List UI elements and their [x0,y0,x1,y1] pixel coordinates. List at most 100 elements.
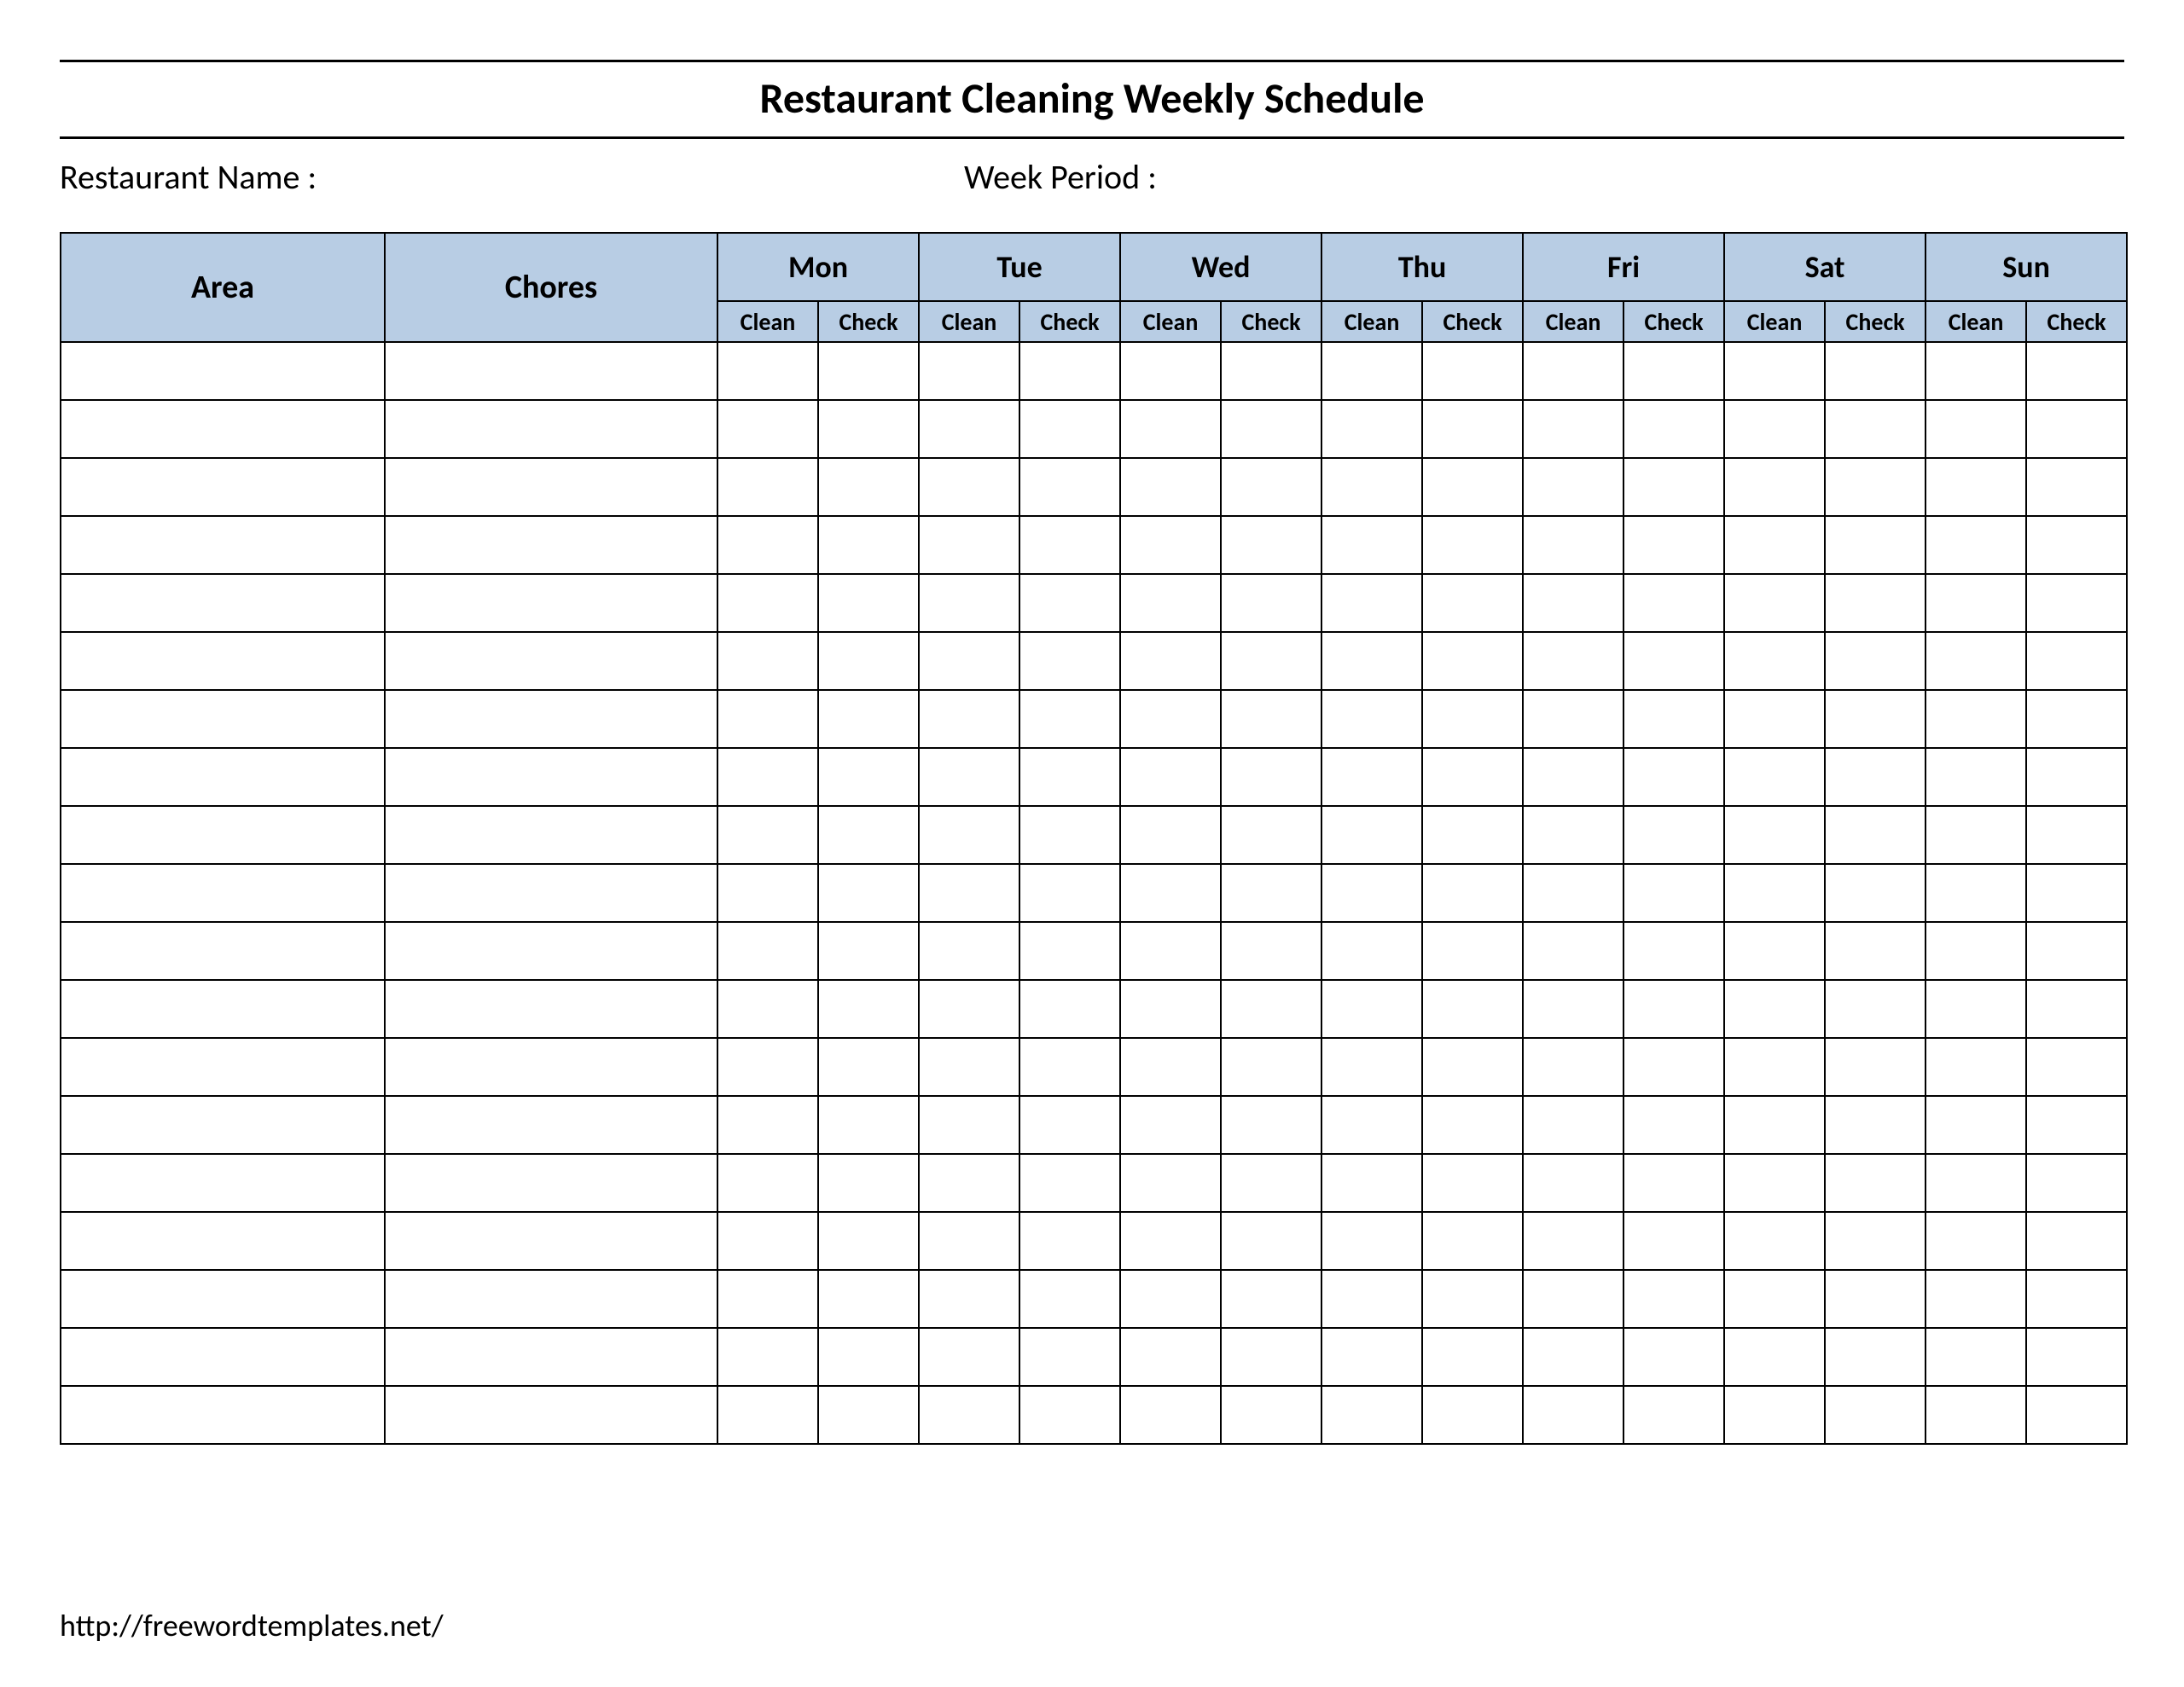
table-cell [919,690,1019,748]
table-cell [717,1212,818,1270]
table-cell [1623,690,1724,748]
table-cell [1724,1270,1825,1328]
table-cell [1321,342,1422,400]
table-cell [1120,1154,1221,1212]
table-cell [818,400,919,458]
table-cell [1019,342,1120,400]
table-cell [1926,1096,2026,1154]
table-cell [1221,690,1321,748]
table-cell [1623,1096,1724,1154]
table-cell [1422,1328,1523,1386]
table-row [61,1154,2127,1212]
table-cell [1422,458,1523,516]
table-cell [385,806,717,864]
table-cell [1825,574,1926,632]
table-cell [61,690,385,748]
table-cell [1623,1270,1724,1328]
sub-clean: Clean [1321,301,1422,342]
table-cell [1724,806,1825,864]
table-cell [1623,400,1724,458]
table-cell [1120,980,1221,1038]
table-cell [61,806,385,864]
table-cell [1422,516,1523,574]
table-cell [2026,1212,2127,1270]
table-cell [717,632,818,690]
table-cell [1120,1038,1221,1096]
table-cell [1623,342,1724,400]
table-cell [385,1270,717,1328]
table-cell [1825,806,1926,864]
table-cell [1623,516,1724,574]
table-cell [1623,1038,1724,1096]
table-cell [1422,922,1523,980]
table-cell [2026,400,2127,458]
table-cell [1523,1212,1623,1270]
table-cell [1724,400,1825,458]
table-cell [61,400,385,458]
table-cell [818,690,919,748]
table-cell [1120,1328,1221,1386]
table-cell [1321,922,1422,980]
table-cell [61,980,385,1038]
table-cell [1019,574,1120,632]
table-cell [1019,980,1120,1038]
table-cell [2026,574,2127,632]
table-cell [1422,1038,1523,1096]
table-row [61,574,2127,632]
table-cell [1019,1270,1120,1328]
table-cell [1825,632,1926,690]
header-day-thu: Thu [1321,233,1523,301]
table-cell [1825,864,1926,922]
table-cell [61,748,385,806]
table-cell [1623,632,1724,690]
table-cell [1120,632,1221,690]
table-cell [919,864,1019,922]
sub-check: Check [1623,301,1724,342]
schedule-table: Area Chores Mon Tue Wed Thu Fri Sat Sun … [60,232,2128,1445]
table-cell [1120,400,1221,458]
table-cell [61,1038,385,1096]
table-cell [61,1386,385,1444]
table-cell [1019,748,1120,806]
table-cell [1825,980,1926,1038]
table-cell [385,1096,717,1154]
table-cell [1120,690,1221,748]
table-cell [1321,864,1422,922]
table-cell [1825,1038,1926,1096]
table-cell [2026,748,2127,806]
table-cell [1422,1386,1523,1444]
table-body [61,342,2127,1444]
table-cell [1120,1270,1221,1328]
table-cell [818,748,919,806]
table-row [61,748,2127,806]
table-cell [1221,864,1321,922]
table-cell [1825,1328,1926,1386]
table-cell [1926,1212,2026,1270]
table-cell [2026,1270,2127,1328]
table-cell [919,458,1019,516]
table-cell [2026,1096,2127,1154]
page: Restaurant Cleaning Weekly Schedule Rest… [0,0,2184,1687]
table-row [61,1096,2127,1154]
table-cell [1120,922,1221,980]
table-cell [1724,574,1825,632]
table-cell [818,1270,919,1328]
sub-check: Check [818,301,919,342]
table-cell [1019,1212,1120,1270]
table-cell [1926,1270,2026,1328]
table-cell [1019,1386,1120,1444]
table-cell [818,1212,919,1270]
table-cell [717,1154,818,1212]
table-cell [818,574,919,632]
table-cell [919,632,1019,690]
sub-check: Check [1422,301,1523,342]
table-cell [61,458,385,516]
header-chores: Chores [385,233,717,342]
table-cell [818,1096,919,1154]
table-cell [1221,980,1321,1038]
table-cell [385,632,717,690]
table-cell [2026,980,2127,1038]
table-cell [919,1386,1019,1444]
table-cell [1724,342,1825,400]
table-cell [1825,1270,1926,1328]
